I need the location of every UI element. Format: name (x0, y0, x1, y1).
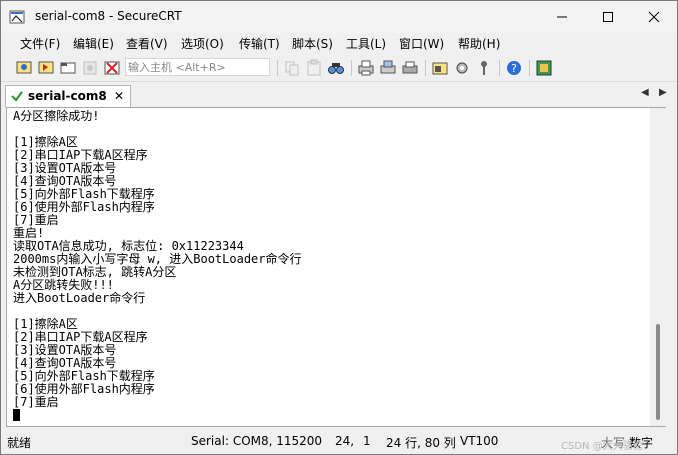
toolbar-separator (499, 60, 500, 76)
title-bar: serial-com8 - SecureCRT (1, 1, 677, 33)
menu-help[interactable]: 帮助(H) (458, 35, 500, 52)
keymap-icon[interactable] (475, 59, 493, 77)
menu-tools[interactable]: 工具(L) (346, 35, 386, 52)
tab-bar: serial-com8 ✕ ◀ ▶ (1, 83, 677, 107)
terminal-line: [7]重启 (13, 213, 59, 227)
status-row: 24, (335, 434, 355, 448)
menu-file[interactable]: 文件(F) (20, 35, 60, 52)
maximize-icon (603, 12, 613, 22)
terminal-scrollbar[interactable] (650, 108, 667, 426)
print-selection-icon[interactable] (379, 59, 397, 77)
connect-in-tab-icon[interactable] (59, 59, 77, 77)
host-input[interactable]: 输入主机 <Alt+R> (125, 58, 270, 76)
close-button[interactable] (631, 1, 677, 33)
scrollbar-thumb[interactable] (656, 324, 660, 420)
status-col: 1 (363, 434, 371, 448)
terminal-line: [7]重启 (13, 395, 59, 409)
disconnect-icon[interactable] (103, 59, 121, 77)
quick-connect-icon[interactable] (37, 59, 55, 77)
reconnect-icon[interactable] (81, 59, 99, 77)
minimize-button[interactable] (539, 1, 585, 33)
tab-label: serial-com8 (28, 89, 107, 103)
status-bar: 就绪 Serial: COM8, 115200 24, 1 24 行, 80 列… (1, 429, 677, 454)
tab-close-icon[interactable]: ✕ (114, 89, 124, 103)
app-window: serial-com8 - SecureCRT 文件(F) 编辑(E) 查看(V… (0, 0, 678, 455)
tab-serial-com8[interactable]: serial-com8 ✕ (5, 85, 131, 107)
watermark: CSDN @大大骆驼 (561, 441, 643, 452)
status-terminal-type: VT100 (460, 434, 499, 448)
terminal-view[interactable]: A分区擦除成功! [1]擦除A区 [2]串口IAP下载A区程序 [3]设置OTA版本… (6, 107, 666, 427)
window-title: serial-com8 - SecureCRT (35, 9, 182, 23)
menu-script[interactable]: 脚本(S) (292, 35, 333, 52)
printer-icon[interactable] (401, 59, 419, 77)
toolbar-separator (529, 60, 530, 76)
terminal-output: A分区擦除成功! [1]擦除A区 [2]串口IAP下载A区程序 [3]设置OTA版本… (13, 110, 302, 422)
session-options-icon[interactable] (431, 59, 449, 77)
maximize-button[interactable] (585, 1, 631, 33)
status-rows-cols: 24 行, 80 列 (386, 436, 456, 450)
connect-icon[interactable] (15, 59, 33, 77)
copy-icon[interactable] (283, 59, 301, 77)
status-ready: 就绪 (7, 436, 32, 450)
svg-text:?: ? (511, 62, 517, 75)
menu-view[interactable]: 查看(V) (126, 35, 168, 52)
menu-transfer[interactable]: 传输(T) (239, 35, 280, 52)
toolbar: 输入主机 <Alt+R> ? (1, 55, 677, 82)
toolbar-separator (425, 60, 426, 76)
terminal-line: A分区擦除成功! (13, 109, 100, 123)
menu-edit[interactable]: 编辑(E) (73, 35, 114, 52)
tab-scroll-left-icon[interactable]: ◀ (641, 87, 649, 98)
menu-window[interactable]: 窗口(W) (399, 35, 444, 52)
terminal-line: 进入BootLoader命令行 (13, 291, 146, 305)
status-serial: Serial: COM8, 115200 (191, 434, 323, 448)
print-icon[interactable] (357, 59, 375, 77)
tab-scroll-right-icon[interactable]: ▶ (659, 87, 667, 98)
close-icon (648, 11, 660, 23)
menu-options[interactable]: 选项(O) (181, 35, 224, 52)
help-icon[interactable]: ? (505, 59, 523, 77)
sftp-icon[interactable] (535, 59, 553, 77)
securecrt-app-icon (9, 10, 25, 24)
text-cursor (13, 409, 20, 421)
find-icon[interactable] (327, 59, 345, 77)
toolbar-separator (277, 60, 278, 76)
global-options-icon[interactable] (453, 59, 471, 77)
paste-icon[interactable] (305, 59, 323, 77)
minimize-icon (557, 16, 567, 18)
connected-check-icon (11, 91, 23, 102)
menu-bar: 文件(F) 编辑(E) 查看(V) 选项(O) 传输(T) 脚本(S) 工具(L… (1, 33, 677, 53)
toolbar-separator (351, 60, 352, 76)
